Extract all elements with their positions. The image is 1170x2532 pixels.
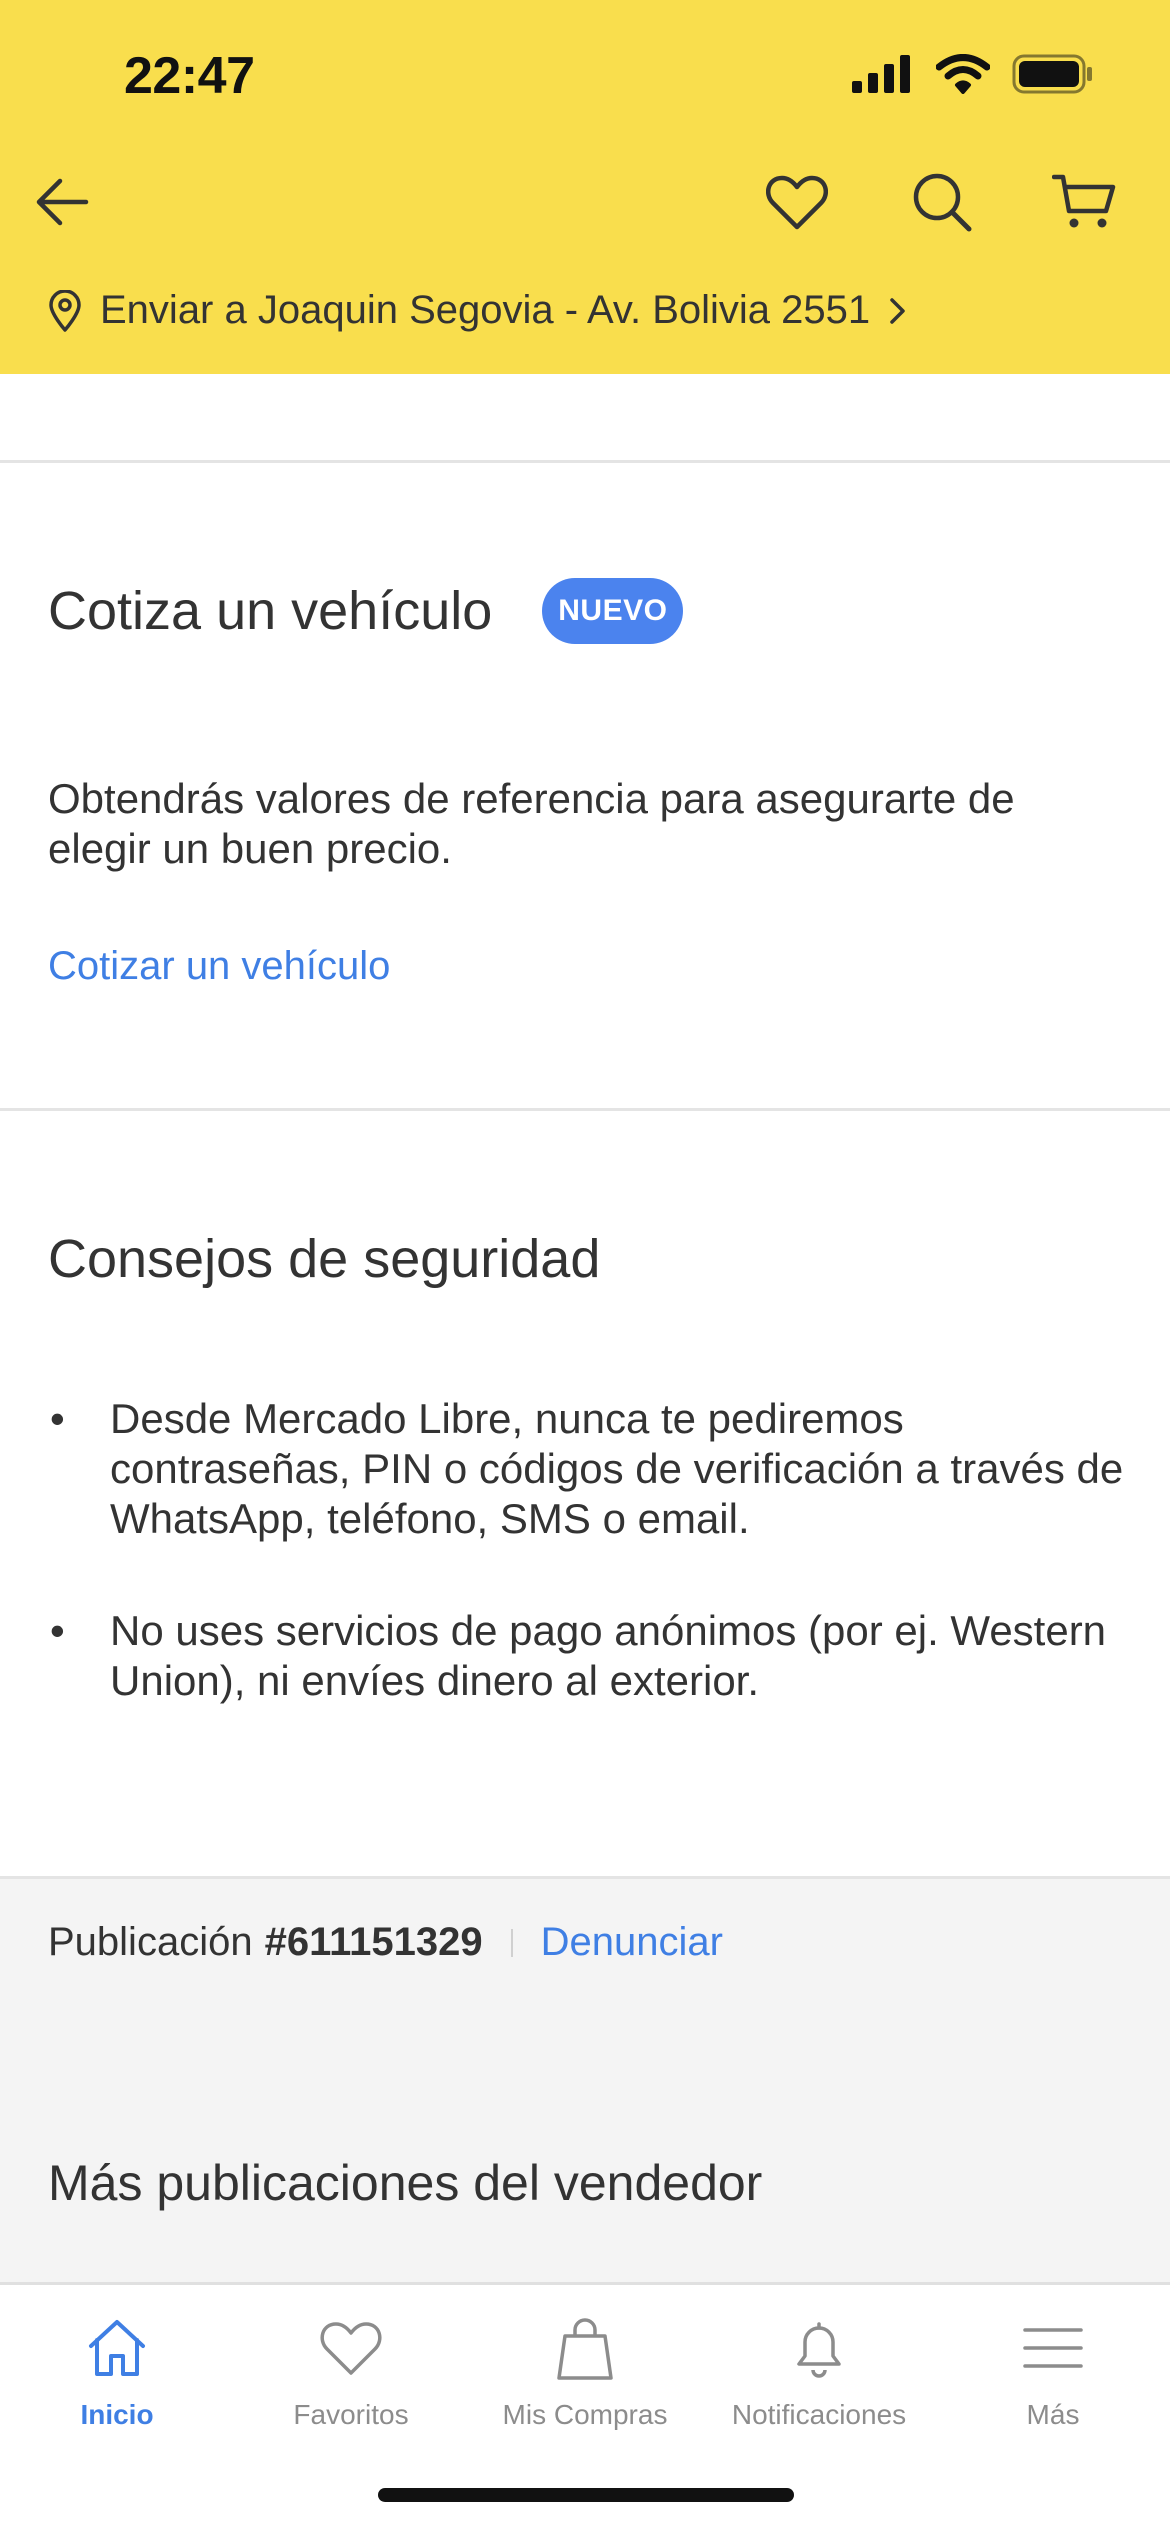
bell-icon	[797, 2322, 841, 2378]
publication-label: Publicación	[48, 1920, 253, 1964]
heart-icon	[320, 2322, 382, 2375]
shopping-bag-icon	[557, 2318, 613, 2380]
tab-label: Inicio	[80, 2399, 154, 2430]
cotiza-header: Cotiza un vehículo NUEVO	[48, 578, 684, 644]
tab-mas[interactable]: Más	[936, 2313, 1170, 2431]
tab-label: Mis Compras	[502, 2399, 668, 2430]
publication-id: #611151329	[264, 1920, 483, 1964]
app-header: 22:47 Enviar a Joaquin Segovia - Av. Bol…	[0, 0, 1170, 374]
report-link[interactable]: Denunciar	[541, 1920, 723, 1965]
wifi-icon	[936, 54, 990, 94]
cellular-signal-icon	[852, 55, 910, 93]
back-button[interactable]	[26, 166, 98, 238]
bullet-icon: •	[50, 1395, 65, 1442]
separator	[510, 1928, 513, 1957]
safety-tips-list: • Desde Mercado Libre, nunca te pediremo…	[48, 1394, 1128, 1768]
location-pin-icon	[49, 289, 81, 332]
status-icons	[852, 54, 1094, 94]
tab-label: Notificaciones	[731, 2399, 907, 2430]
cart-icon	[1052, 174, 1116, 228]
list-item: • Desde Mercado Libre, nunca te pediremo…	[48, 1394, 1128, 1544]
tab-notificaciones[interactable]: Notificaciones	[702, 2313, 936, 2431]
list-item: • No uses servicios de pago anónimos (po…	[48, 1606, 1128, 1706]
status-time: 22:47	[124, 47, 255, 105]
favorite-button[interactable]	[761, 166, 833, 238]
cart-button[interactable]	[1048, 166, 1120, 238]
heart-icon	[766, 175, 828, 230]
publication-row: Publicación #611151329 Denunciar	[48, 1920, 723, 1965]
battery-icon	[1012, 54, 1092, 94]
new-badge: NUEVO	[542, 578, 684, 644]
safety-tip-text: Desde Mercado Libre, nunca te pediremos …	[110, 1395, 1124, 1542]
home-icon	[89, 2320, 145, 2376]
product-page: 22:47 Enviar a Joaquin Segovia - Av. Bol…	[0, 0, 1170, 2532]
shipping-address-text: Enviar a Joaquin Segovia - Av. Bolivia 2…	[100, 288, 871, 332]
safety-tips-title: Consejos de seguridad	[48, 1229, 601, 1289]
arrow-left-icon	[36, 178, 89, 226]
tab-inicio[interactable]: Inicio	[0, 2313, 234, 2431]
more-from-seller-title: Más publicaciones del vendedor	[48, 2155, 763, 2211]
section-divider	[0, 1108, 1170, 1111]
cotiza-description: Obtendrás valores de referencia para ase…	[48, 775, 1015, 872]
cotiza-title: Cotiza un vehículo	[48, 581, 493, 641]
shipping-address-bar[interactable]: Enviar a Joaquin Segovia - Av. Bolivia 2…	[48, 288, 908, 333]
tab-label: Favoritos	[293, 2399, 409, 2430]
chevron-right-icon	[890, 297, 905, 324]
quote-vehicle-link[interactable]: Cotizar un vehículo	[48, 944, 390, 989]
home-indicator	[378, 2488, 794, 2502]
tab-mis-compras[interactable]: Mis Compras	[468, 2313, 702, 2431]
menu-icon	[1023, 2328, 1083, 2368]
search-button[interactable]	[906, 166, 978, 238]
search-icon	[913, 173, 972, 232]
section-divider	[0, 460, 1170, 463]
safety-tip-text: No uses servicios de pago anónimos (por …	[110, 1607, 1107, 1704]
tab-label: Más	[1026, 2399, 1080, 2430]
tab-favoritos[interactable]: Favoritos	[234, 2313, 468, 2431]
bullet-icon: •	[50, 1607, 65, 1654]
